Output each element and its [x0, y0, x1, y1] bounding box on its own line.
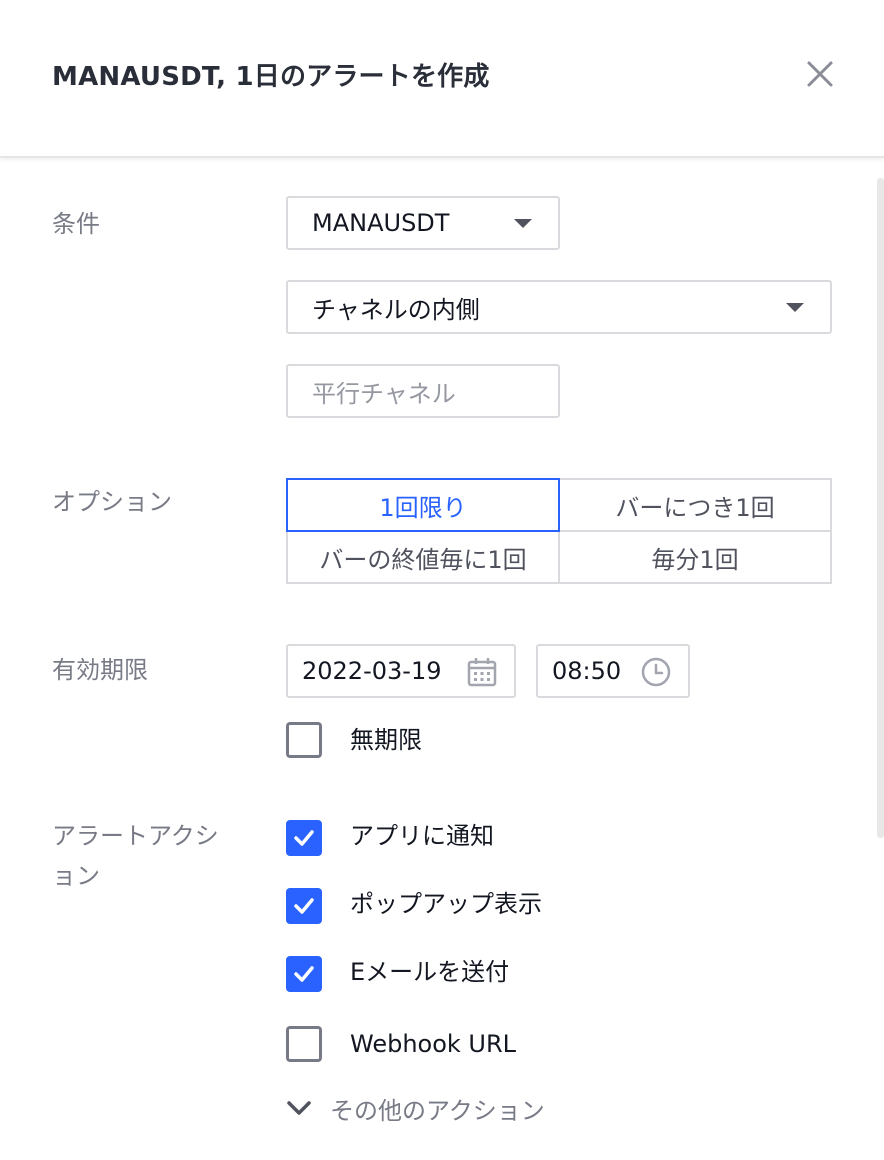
create-alert-dialog: MANAUSDT, 1日のアラートを作成 条件 MANAUSDT チャネルの内側…: [0, 0, 884, 1160]
expiration-label: 有効期限: [52, 656, 148, 684]
expiration-date-input[interactable]: 2022-03-19: [286, 644, 516, 698]
option-once-per-minute-label: 毎分1回: [651, 545, 739, 574]
show-popup-label: ポップアップ表示: [350, 890, 542, 918]
condition-operator-select[interactable]: チャネルの内側: [286, 280, 832, 334]
options-label: オプション: [52, 488, 172, 516]
symbol-select[interactable]: MANAUSDT: [286, 196, 560, 250]
calendar-icon[interactable]: [466, 656, 498, 688]
expiration-date-value: 2022-03-19: [302, 657, 442, 685]
chevron-down-icon: [287, 1101, 311, 1115]
close-icon: [807, 61, 833, 87]
more-actions-label: その他のアクション: [330, 1096, 545, 1125]
option-once-per-bar-label: バーにつき1回: [615, 493, 775, 522]
option-once-per-bar-close[interactable]: バーの終値毎に1回: [286, 530, 560, 584]
checkmark-icon: [294, 830, 314, 846]
notify-app-checkbox[interactable]: [286, 820, 322, 856]
more-actions-toggle[interactable]: その他のアクション: [284, 1090, 545, 1126]
option-once-per-bar-close-label: バーの終値毎に1回: [319, 545, 527, 574]
open-ended-label: 無期限: [350, 726, 422, 754]
symbol-select-value: MANAUSDT: [312, 209, 450, 237]
send-email-checkbox[interactable]: [286, 956, 322, 992]
chevron-down-icon: [514, 219, 532, 228]
expiration-time-input[interactable]: 08:50: [536, 644, 690, 698]
alert-actions-label: アラートアクション: [52, 816, 242, 896]
checkmark-icon: [294, 898, 314, 914]
condition-target-placeholder: 平行チャネル: [312, 379, 456, 408]
clock-icon[interactable]: [640, 656, 672, 688]
chevron-down-icon: [786, 303, 804, 312]
scrollbar[interactable]: [877, 178, 884, 838]
option-once-per-minute[interactable]: 毎分1回: [558, 530, 832, 584]
expiration-time-value: 08:50: [552, 657, 622, 685]
dialog-header: MANAUSDT, 1日のアラートを作成: [0, 0, 884, 158]
open-ended-checkbox[interactable]: [286, 722, 322, 758]
webhook-url-checkbox[interactable]: [286, 1026, 322, 1062]
close-button[interactable]: [800, 54, 840, 94]
condition-operator-value: チャネルの内側: [312, 295, 480, 324]
condition-target-input[interactable]: 平行チャネル: [286, 364, 560, 418]
show-popup-checkbox[interactable]: [286, 888, 322, 924]
condition-label: 条件: [52, 210, 100, 238]
notify-app-label: アプリに通知: [350, 822, 494, 850]
option-once[interactable]: 1回限り: [286, 478, 560, 532]
webhook-url-label: Webhook URL: [350, 1030, 517, 1058]
option-once-per-bar[interactable]: バーにつき1回: [558, 478, 832, 532]
alert-actions-label-text: アラートアクション: [52, 822, 219, 890]
checkmark-icon: [294, 966, 314, 982]
option-once-label: 1回限り: [379, 493, 467, 522]
send-email-label: Eメールを送付: [350, 958, 510, 986]
dialog-title: MANAUSDT, 1日のアラートを作成: [52, 62, 490, 92]
